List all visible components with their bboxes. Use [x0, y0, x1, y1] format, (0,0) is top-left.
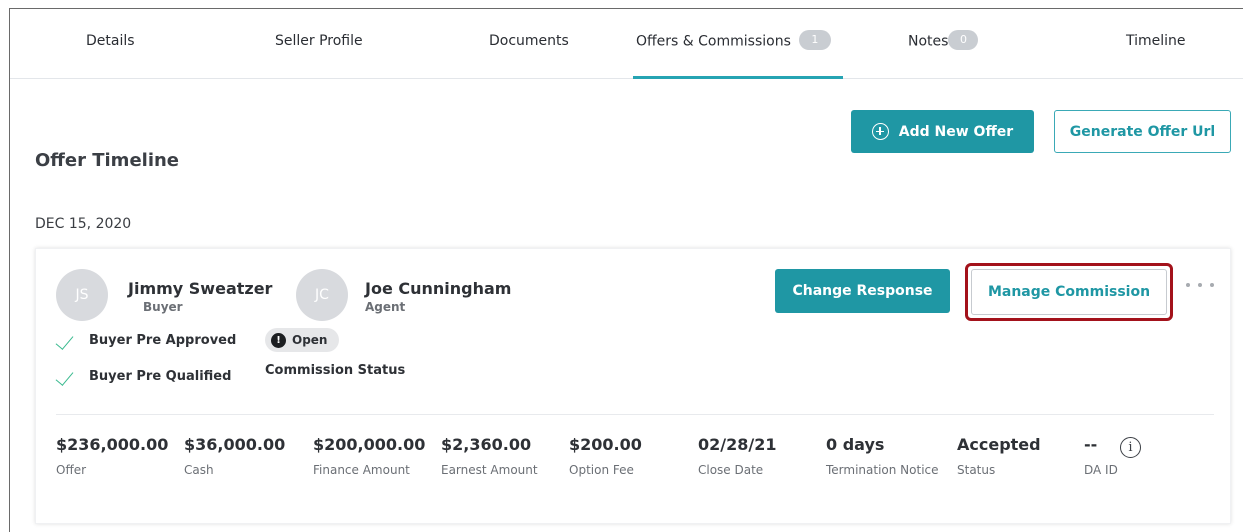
- stat-label: Status: [957, 463, 996, 477]
- stat-termination-notice: 0 days Termination Notice: [826, 435, 939, 477]
- stat-value: 0 days: [826, 435, 885, 454]
- add-new-offer-button[interactable]: Add New Offer: [851, 110, 1034, 153]
- commission-status-label: Commission Status: [265, 363, 406, 378]
- manage-commission-button[interactable]: Manage Commission: [971, 269, 1167, 315]
- tab-label: Notes: [908, 33, 949, 50]
- tab-count-badge: 1: [798, 30, 831, 50]
- stat-label: Earnest Amount: [441, 463, 538, 477]
- tab-offers-commissions[interactable]: Offers & Commissions 1: [636, 30, 831, 50]
- stat-da-id: -- DA ID: [1084, 435, 1118, 477]
- tab-timeline[interactable]: Timeline: [1126, 33, 1186, 49]
- stat-value: 02/28/21: [698, 435, 777, 454]
- check-icon: [56, 370, 78, 384]
- agent-role: Agent: [365, 300, 406, 314]
- stat-earnest-amount: $2,360.00 Earnest Amount: [441, 435, 538, 477]
- tab-seller-profile[interactable]: Seller Profile: [275, 33, 363, 49]
- change-response-button[interactable]: Change Response: [775, 269, 950, 313]
- buyer-name: Jimmy Sweatzer: [128, 279, 273, 298]
- stat-close-date: 02/28/21 Close Date: [698, 435, 776, 477]
- generate-offer-url-button[interactable]: Generate Offer Url: [1054, 110, 1231, 153]
- stat-label: DA ID: [1084, 463, 1118, 477]
- divider: [56, 414, 1214, 415]
- stat-label: Cash: [184, 463, 214, 477]
- stat-finance-amount: $200,000.00 Finance Amount: [313, 435, 425, 477]
- offer-card: JS Jimmy Sweatzer Buyer JC Joe Cunningha…: [35, 248, 1231, 524]
- active-tab-indicator: [633, 76, 843, 79]
- tab-label: Seller Profile: [275, 33, 363, 49]
- tab-label: Offers & Commissions: [636, 33, 791, 50]
- alert-icon: !: [271, 332, 286, 348]
- agent-avatar: JC: [296, 269, 348, 321]
- stat-label: Offer: [56, 463, 87, 477]
- tab-label: Documents: [489, 33, 569, 49]
- tab-label: Timeline: [1126, 33, 1186, 49]
- buyer-pre-approved: Buyer Pre Approved: [56, 333, 236, 348]
- stat-label: Option Fee: [569, 463, 634, 477]
- timeline-date: DEC 15, 2020: [35, 216, 132, 232]
- button-label: Generate Offer Url: [1069, 123, 1216, 140]
- buyer-avatar: JS: [56, 269, 108, 321]
- stat-value: $200.00: [569, 435, 642, 454]
- stat-status: Accepted Status: [957, 435, 1041, 477]
- agent-name: Joe Cunningham: [365, 279, 512, 298]
- tab-label: Details: [86, 33, 135, 49]
- buyer-role: Buyer: [143, 300, 183, 314]
- check-label: Buyer Pre Approved: [89, 333, 237, 348]
- info-icon[interactable]: i: [1120, 437, 1141, 458]
- stat-label: Finance Amount: [313, 463, 410, 477]
- tab-details[interactable]: Details: [86, 33, 135, 49]
- more-horizontal-icon[interactable]: [1186, 279, 1214, 291]
- plus-circle-icon: [871, 123, 889, 140]
- button-label: Change Response: [792, 283, 933, 299]
- stat-value: $36,000.00: [184, 435, 286, 454]
- stat-value: $2,360.00: [441, 435, 532, 454]
- tab-count-badge: 0: [948, 30, 979, 50]
- check-label: Buyer Pre Qualified: [89, 369, 232, 384]
- stat-option-fee: $200.00 Option Fee: [569, 435, 642, 477]
- stat-value: $200,000.00: [313, 435, 426, 454]
- tab-bar: Details Seller Profile Documents Offers …: [10, 9, 1243, 79]
- check-icon: [56, 334, 78, 348]
- button-label: Add New Offer: [898, 123, 1014, 140]
- button-label: Manage Commission: [987, 284, 1151, 300]
- stat-value: Accepted: [957, 435, 1041, 454]
- status-text: Open: [292, 333, 328, 347]
- stat-label: Termination Notice: [826, 463, 939, 477]
- tab-documents[interactable]: Documents: [489, 33, 569, 49]
- stat-label: Close Date: [698, 463, 764, 477]
- page-title: Offer Timeline: [35, 150, 180, 171]
- stat-value: $236,000.00: [56, 435, 169, 454]
- tab-notes[interactable]: Notes 0: [908, 30, 979, 50]
- buyer-pre-qualified: Buyer Pre Qualified: [56, 369, 231, 384]
- commission-status-badge: ! Open: [265, 328, 340, 352]
- stat-value: --: [1084, 435, 1098, 454]
- stat-cash: $36,000.00 Cash: [184, 435, 285, 477]
- stat-offer: $236,000.00 Offer: [56, 435, 168, 477]
